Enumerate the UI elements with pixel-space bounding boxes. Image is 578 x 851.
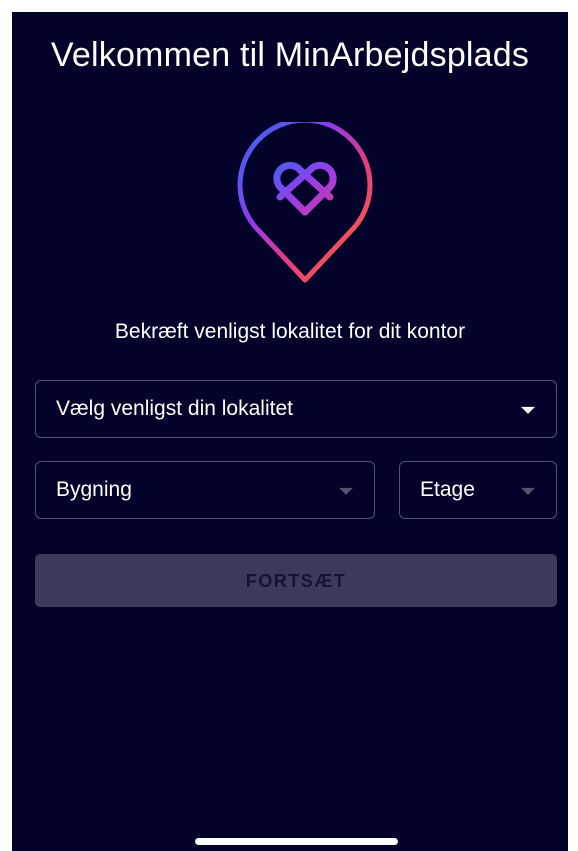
location-select-value: Vælg venligst din lokalitet bbox=[56, 397, 293, 420]
building-select-value: Bygning bbox=[56, 478, 132, 501]
caret-down-icon bbox=[521, 487, 535, 495]
floor-select[interactable]: Etage bbox=[399, 461, 557, 519]
home-indicator[interactable] bbox=[195, 838, 398, 845]
floor-select-value: Etage bbox=[420, 478, 475, 501]
caret-down-icon bbox=[521, 406, 535, 414]
caret-down-icon bbox=[339, 487, 353, 495]
building-select[interactable]: Bygning bbox=[35, 461, 375, 519]
app-screen: Velkommen til MinArbejdsplads Bekræft ve… bbox=[12, 12, 568, 851]
continue-button[interactable]: FORTSÆT bbox=[35, 554, 557, 607]
location-select[interactable]: Vælg venligst din lokalitet bbox=[35, 380, 557, 438]
page-title: Velkommen til MinArbejdsplads bbox=[50, 36, 530, 74]
location-pin-heart-icon bbox=[237, 122, 373, 283]
location-prompt: Bekræft venligst lokalitet for dit konto… bbox=[114, 320, 466, 343]
